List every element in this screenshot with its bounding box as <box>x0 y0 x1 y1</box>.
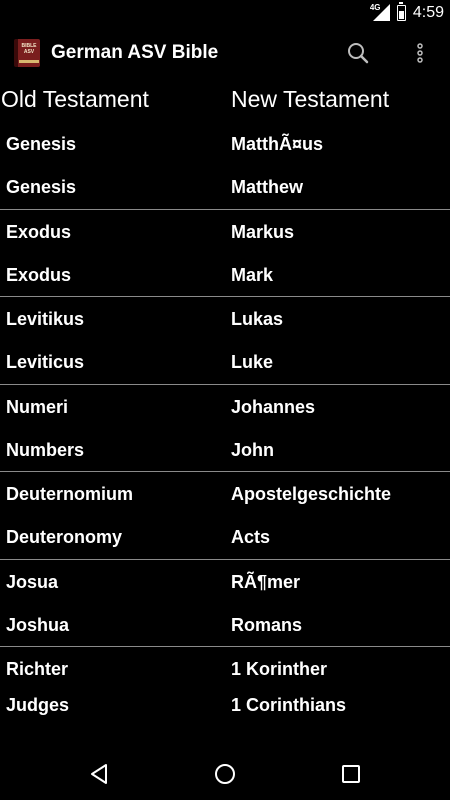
new-book-german[interactable]: Apostelgeschichte <box>231 474 391 514</box>
search-icon <box>348 43 369 64</box>
new-book-german[interactable]: RÃ¶mer <box>231 562 300 602</box>
new-book-english[interactable]: Matthew <box>231 167 303 207</box>
old-book-german[interactable]: Genesis <box>6 124 76 164</box>
nav-home-icon <box>215 764 235 784</box>
overflow-menu-icon <box>417 43 423 63</box>
old-book-german[interactable]: Numeri <box>6 387 68 427</box>
old-book-english[interactable]: Deuteronomy <box>6 517 122 557</box>
book-group: Genesis MatthÃ¤us Genesis Matthew <box>0 122 450 210</box>
book-row-german: Levitikus Lukas <box>0 299 450 339</box>
book-list: Genesis MatthÃ¤us Genesis Matthew Exodus… <box>0 122 450 735</box>
new-book-german[interactable]: Johannes <box>231 387 315 427</box>
new-book-english[interactable]: 1 Corinthians <box>231 685 346 725</box>
nav-recent-apps-icon <box>342 765 360 783</box>
book-row-english: Deuteronomy Acts <box>0 517 450 557</box>
status-bar: 4G 4:59 <box>0 0 450 25</box>
old-book-english[interactable]: Leviticus <box>6 342 84 382</box>
app-title: German ASV Bible <box>51 42 219 63</box>
old-book-german[interactable]: Richter <box>6 649 68 689</box>
book-group: Josua RÃ¶mer Joshua Romans <box>0 560 450 647</box>
old-book-english[interactable]: Exodus <box>6 255 71 295</box>
book-row-english: Judges 1 Corinthians <box>0 685 450 725</box>
book-row-english: Numbers John <box>0 430 450 470</box>
book-row-german: Deuternomium Apostelgeschichte <box>0 474 450 514</box>
nav-recent-apps-button[interactable] <box>337 760 365 788</box>
old-book-english[interactable]: Joshua <box>6 605 69 645</box>
old-book-german[interactable]: Josua <box>6 562 58 602</box>
book-row-german: Genesis MatthÃ¤us <box>0 124 450 164</box>
battery-icon <box>396 1 406 21</box>
book-group: Exodus Markus Exodus Mark <box>0 210 450 297</box>
logo-text: BIBLE ASV <box>21 43 37 55</box>
book-row-english: Exodus Mark <box>0 255 450 295</box>
new-book-german[interactable]: 1 Korinther <box>231 649 327 689</box>
book-group: Levitikus Lukas Leviticus Luke <box>0 297 450 385</box>
book-row-english: Leviticus Luke <box>0 342 450 382</box>
overflow-menu-button[interactable] <box>406 39 434 67</box>
app-bar: BIBLE ASV German ASV Bible <box>0 25 450 81</box>
new-book-english[interactable]: John <box>231 430 274 470</box>
nav-back-icon <box>91 764 107 784</box>
book-row-german: Exodus Markus <box>0 212 450 252</box>
book-row-german: Richter 1 Korinther <box>0 649 450 689</box>
book-row-german: Josua RÃ¶mer <box>0 562 450 602</box>
book-group: Deuternomium Apostelgeschichte Deuterono… <box>0 472 450 560</box>
old-book-german[interactable]: Exodus <box>6 212 71 252</box>
old-book-english[interactable]: Genesis <box>6 167 76 207</box>
app-logo: BIBLE ASV <box>14 39 40 67</box>
nav-back-button[interactable] <box>86 760 114 788</box>
book-row-english: Genesis Matthew <box>0 167 450 207</box>
book-row-german: Numeri Johannes <box>0 387 450 427</box>
new-book-english[interactable]: Mark <box>231 255 273 295</box>
old-book-german[interactable]: Deuternomium <box>6 474 133 514</box>
old-book-english[interactable]: Judges <box>6 685 69 725</box>
search-button[interactable] <box>344 39 372 67</box>
old-book-german[interactable]: Levitikus <box>6 299 84 339</box>
nav-home-button[interactable] <box>211 760 239 788</box>
new-testament-header: New Testament <box>231 86 390 112</box>
book-group: Richter 1 Korinther Judges 1 Corinthians <box>0 647 450 735</box>
network-type: 4G <box>369 3 381 12</box>
new-book-english[interactable]: Acts <box>231 517 270 557</box>
old-book-english[interactable]: Numbers <box>6 430 84 470</box>
new-book-english[interactable]: Romans <box>231 605 302 645</box>
book-group: Numeri Johannes Numbers John <box>0 385 450 472</box>
new-book-german[interactable]: Lukas <box>231 299 283 339</box>
system-nav-bar <box>0 748 450 800</box>
status-time: 4:59 <box>412 3 444 21</box>
new-book-german[interactable]: Markus <box>231 212 294 252</box>
book-row-english: Joshua Romans <box>0 605 450 645</box>
new-book-german[interactable]: MatthÃ¤us <box>231 124 323 164</box>
status-icons: 4G 4:59 <box>370 0 444 25</box>
old-testament-header: Old Testament <box>1 86 149 112</box>
new-book-english[interactable]: Luke <box>231 342 273 382</box>
cell-signal-icon: 4G <box>369 3 390 21</box>
